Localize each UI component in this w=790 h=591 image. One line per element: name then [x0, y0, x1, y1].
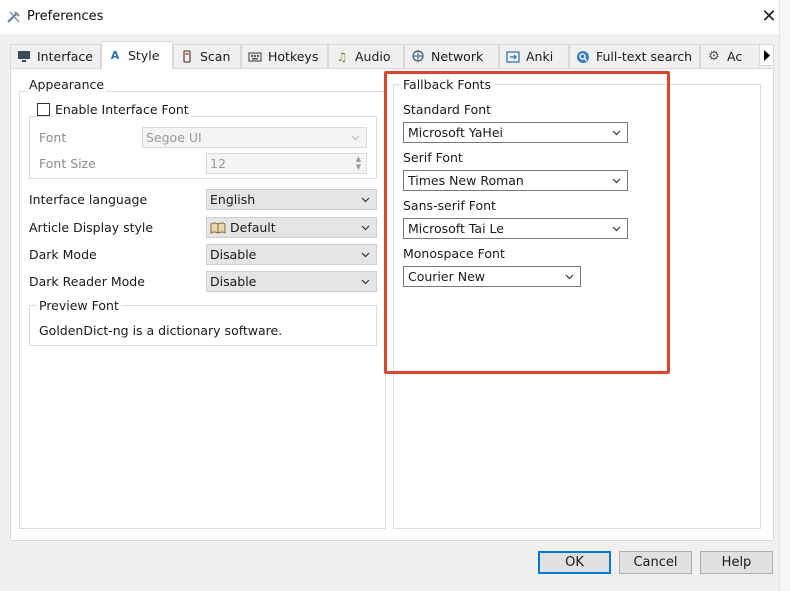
ok-button[interactable]: OK	[538, 551, 611, 574]
tab-label: Interface	[37, 49, 93, 64]
tab-full-text-search[interactable]: Full-text search	[569, 44, 700, 68]
tab-label: Scan	[200, 49, 231, 64]
arrow-right-icon	[764, 49, 770, 61]
preview-font-text: GoldenDict-ng is a dictionary software.	[39, 323, 283, 338]
tab-label: Full-text search	[596, 49, 693, 64]
appearance-title: Appearance	[27, 77, 107, 92]
font-size-value: 12	[210, 156, 226, 171]
article-display-style-label: Article Display style	[29, 220, 154, 235]
dark-mode-label: Dark Mode	[29, 247, 97, 262]
tab-network[interactable]: Network	[404, 44, 499, 68]
music-note-icon: ♫	[336, 49, 348, 64]
interface-language-label: Interface language	[29, 192, 148, 207]
interface-language-value: English	[210, 192, 256, 207]
tab-bar: Interface A Style Scan Hotkeys ♫ Audio N…	[10, 41, 774, 69]
article-display-style-select[interactable]: Default	[206, 217, 377, 238]
font-size-spinbox[interactable]: 12 ▲ ▼	[206, 153, 367, 174]
help-button[interactable]: Help	[700, 551, 773, 574]
keyboard-icon	[248, 50, 262, 64]
gear-icon: ⚙	[708, 49, 720, 64]
anki-icon	[506, 50, 520, 64]
tab-label: Audio	[355, 49, 391, 64]
dark-mode-select[interactable]: Disable	[206, 244, 377, 265]
tab-audio[interactable]: ♫ Audio	[328, 44, 404, 68]
background-window-edge	[779, 0, 790, 591]
tab-label: Ac	[727, 49, 743, 64]
chevron-down-icon	[351, 135, 360, 141]
title-bar: Preferences ✕	[0, 0, 790, 34]
font-select[interactable]: Segoe UI	[142, 127, 367, 148]
tab-scan[interactable]: Scan	[173, 44, 241, 68]
style-icon: A	[110, 49, 120, 62]
preferences-icon	[7, 11, 20, 23]
dark-reader-mode-value: Disable	[210, 274, 257, 289]
search-icon	[576, 50, 590, 64]
tab-label: Hotkeys	[268, 49, 319, 64]
dark-reader-mode-label: Dark Reader Mode	[29, 274, 145, 289]
interface-language-select[interactable]: English	[206, 189, 377, 210]
tab-hotkeys[interactable]: Hotkeys	[241, 44, 328, 68]
tab-label: Anki	[526, 49, 554, 64]
preferences-window: Preferences ✕ Interface A Style Scan Hot…	[0, 0, 790, 591]
tab-label: Network	[431, 49, 484, 64]
article-display-style-value: Default	[230, 220, 276, 235]
enable-interface-font-checkbox[interactable]	[37, 103, 50, 116]
scan-icon	[180, 50, 194, 64]
dark-mode-value: Disable	[210, 247, 257, 262]
book-icon	[210, 222, 226, 234]
monitor-icon	[17, 50, 31, 64]
chevron-down-icon	[361, 225, 370, 231]
enable-interface-font-label: Enable Interface Font	[53, 102, 191, 117]
network-icon	[411, 50, 425, 64]
tab-interface[interactable]: Interface	[10, 44, 101, 68]
chevron-down-icon	[361, 279, 370, 285]
spin-arrows-icon: ▲ ▼	[355, 155, 362, 171]
font-select-value: Segoe UI	[146, 130, 202, 145]
font-label: Font	[39, 130, 67, 145]
preview-font-title: Preview Font	[37, 298, 121, 313]
tab-style[interactable]: A Style	[101, 41, 173, 69]
tab-label: Style	[128, 48, 160, 63]
highlight-box	[384, 71, 670, 374]
dark-reader-mode-select[interactable]: Disable	[206, 271, 377, 292]
cancel-button[interactable]: Cancel	[619, 551, 692, 574]
font-size-label: Font Size	[39, 156, 96, 171]
chevron-down-icon	[361, 197, 370, 203]
tab-scroll-right-button[interactable]	[759, 44, 774, 66]
chevron-down-icon	[361, 252, 370, 258]
tab-anki[interactable]: Anki	[499, 44, 569, 68]
window-title: Preferences	[27, 9, 104, 24]
